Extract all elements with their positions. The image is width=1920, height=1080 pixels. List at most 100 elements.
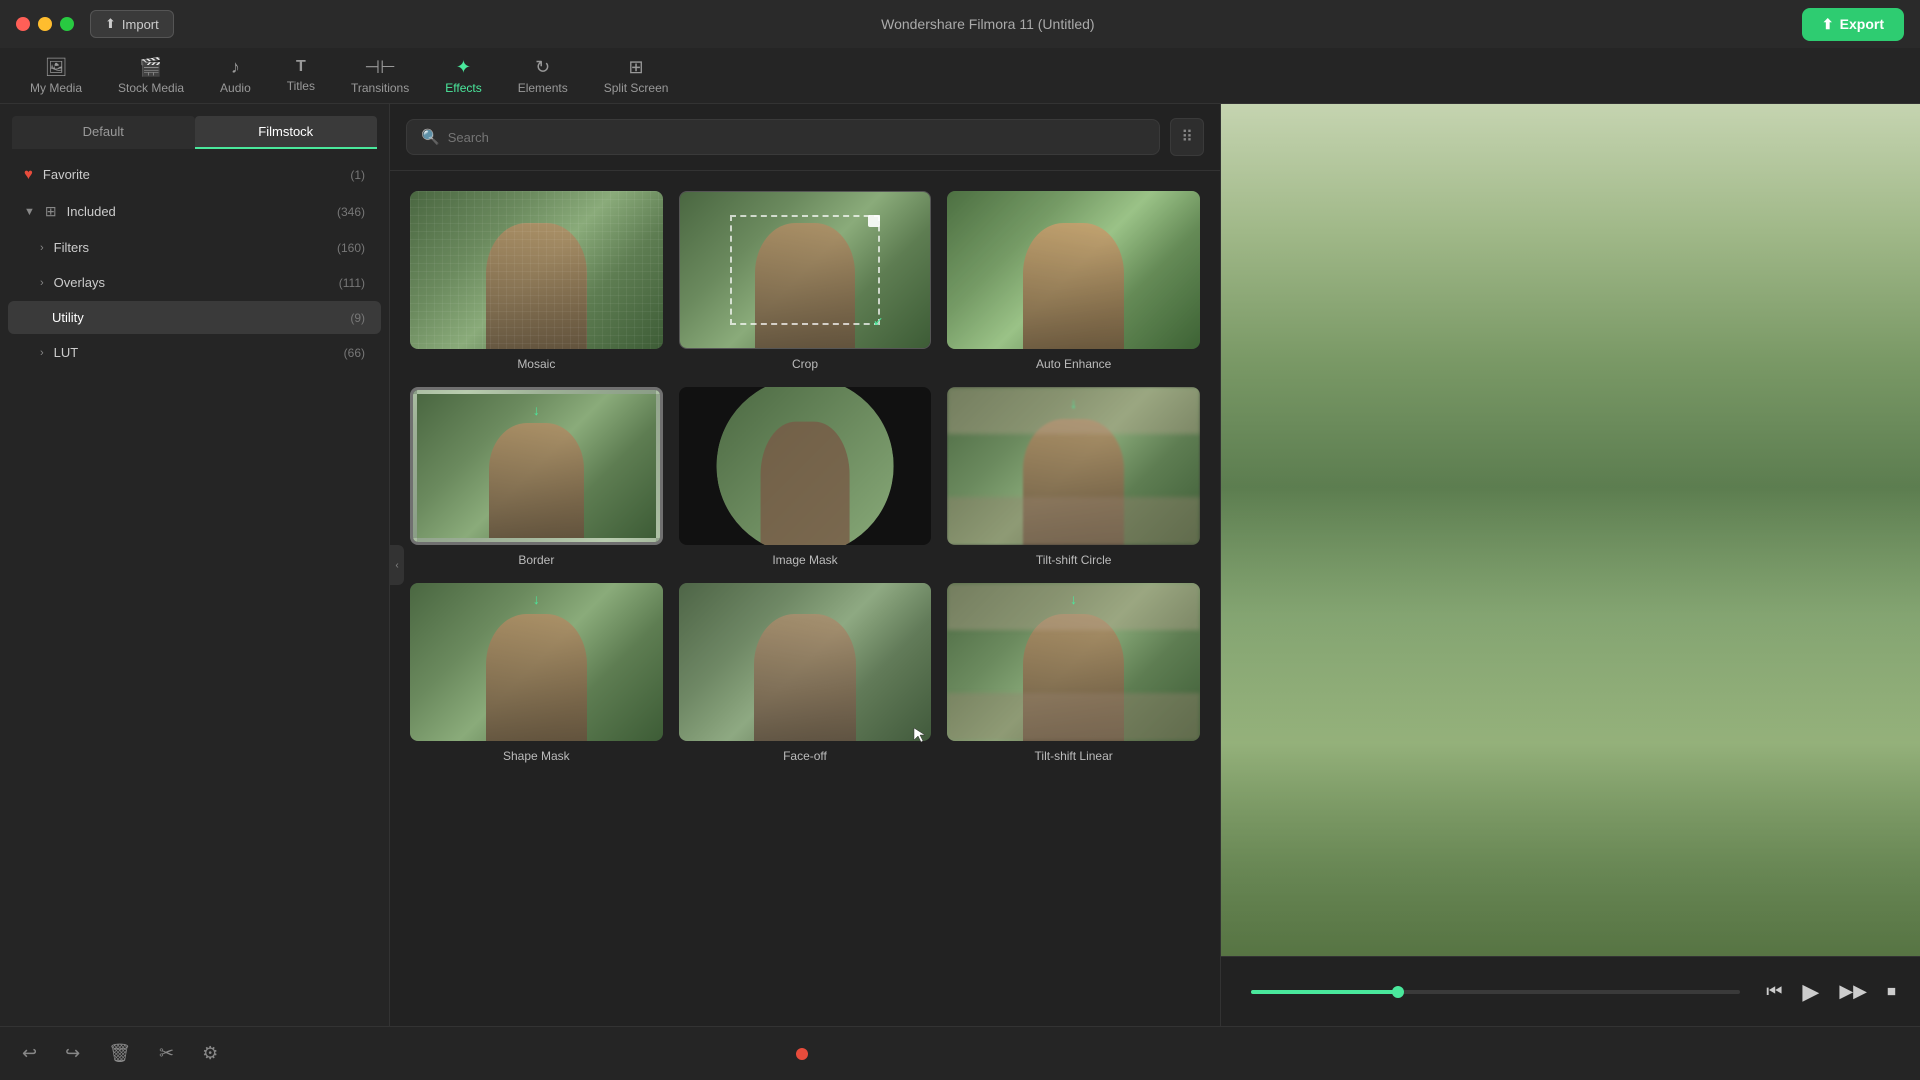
nav-tabs: 🖼 My Media 🎬 Stock Media ♪ Audio T Title…	[0, 48, 1920, 104]
image-mask-thumbnail	[679, 387, 932, 545]
progress-fill	[1251, 990, 1398, 994]
import-icon: ⬆	[105, 16, 116, 32]
crop-thumbnail: ↙	[679, 191, 932, 349]
tab-effects[interactable]: ✦ Effects	[427, 51, 499, 101]
utility-count: (9)	[350, 311, 365, 325]
included-count: (346)	[337, 205, 365, 219]
effects-toolbar: 🔍 ⠿	[390, 104, 1220, 171]
tilt-shift-circle-label: Tilt-shift Circle	[1036, 553, 1112, 567]
tab-audio[interactable]: ♪ Audio	[202, 51, 269, 101]
favorite-count: (1)	[350, 168, 365, 182]
effect-border[interactable]: ↓ Border	[410, 387, 663, 567]
search-icon: 🔍	[421, 128, 440, 146]
cut-button[interactable]: ✂	[153, 1037, 180, 1070]
record-indicator	[796, 1048, 808, 1060]
grid-icon: ⊞	[45, 203, 57, 220]
progress-thumb[interactable]	[1392, 986, 1404, 998]
effects-label: Effects	[445, 81, 481, 95]
import-button[interactable]: ⬆ Import	[90, 10, 174, 38]
effect-face-off[interactable]: Face-off	[679, 583, 932, 763]
grid-toggle-button[interactable]: ⠿	[1170, 118, 1204, 156]
tab-my-media[interactable]: 🖼 My Media	[12, 51, 100, 101]
effect-mosaic[interactable]: Mosaic	[410, 191, 663, 371]
collapse-handle[interactable]: ‹	[390, 545, 404, 585]
maximize-button[interactable]	[60, 17, 74, 31]
chevron-right-icon-3: ›	[40, 347, 44, 359]
tab-split-screen[interactable]: ⊞ Split Screen	[586, 51, 687, 101]
lut-count: (66)	[344, 346, 365, 360]
effect-crop[interactable]: ↙ Crop	[679, 191, 932, 371]
shape-mask-thumbnail: ↓	[410, 583, 663, 741]
effect-tilt-shift-circle[interactable]: ↓ Tilt-shift Circle	[947, 387, 1200, 567]
sidebar-item-overlays[interactable]: › Overlays (111)	[8, 266, 381, 299]
tab-transitions[interactable]: ⊣⊢ Transitions	[333, 51, 427, 101]
titles-label: Titles	[287, 79, 315, 93]
lut-label: LUT	[54, 345, 79, 360]
face-off-label: Face-off	[783, 749, 827, 763]
effect-image-mask[interactable]: Image Mask	[679, 387, 932, 567]
close-button[interactable]	[16, 17, 30, 31]
stop-button[interactable]: ⏹	[1883, 977, 1900, 1006]
heart-icon: ♥	[24, 166, 33, 183]
auto-enhance-label: Auto Enhance	[1036, 357, 1111, 371]
shape-mask-label: Shape Mask	[503, 749, 570, 763]
adjust-button[interactable]: ⚙	[196, 1037, 224, 1070]
my-media-label: My Media	[30, 81, 82, 95]
sidebar-item-lut[interactable]: › LUT (66)	[8, 336, 381, 369]
progress-track[interactable]	[1251, 990, 1740, 994]
delete-button[interactable]: 🗑	[102, 1037, 137, 1070]
titles-icon: T	[296, 58, 306, 76]
utility-label: Utility	[52, 310, 84, 325]
split-screen-icon: ⊞	[629, 57, 644, 78]
sidebar-list: ♥ Favorite (1) ▼ ⊞ Included (346) › Filt…	[0, 149, 389, 1026]
sidebar-item-favorite[interactable]: ♥ Favorite (1)	[8, 157, 381, 192]
export-button[interactable]: ⬆ Export	[1802, 8, 1904, 41]
tab-titles[interactable]: T Titles	[269, 52, 333, 99]
sidebar-tab-filmstock[interactable]: Filmstock	[195, 116, 378, 149]
tab-stock-media[interactable]: 🎬 Stock Media	[100, 51, 202, 101]
play-forward-button[interactable]: ▶▶	[1835, 977, 1871, 1006]
favorite-label: Favorite	[43, 167, 90, 182]
auto-enhance-thumbnail	[947, 191, 1200, 349]
chevron-right-icon-2: ›	[40, 277, 44, 289]
filters-count: (160)	[337, 241, 365, 255]
crop-label: Crop	[792, 357, 818, 371]
tilt-shift-linear-label: Tilt-shift Linear	[1035, 749, 1113, 763]
overlays-label: Overlays	[54, 275, 105, 290]
effects-grid: Mosaic ↙ Crop	[390, 171, 1220, 783]
skip-back-button[interactable]: ⏮	[1762, 977, 1786, 1006]
face-off-thumbnail	[679, 583, 932, 741]
main-area: Default Filmstock ♥ Favorite (1) ▼ ⊞ Inc…	[0, 104, 1920, 1026]
mosaic-label: Mosaic	[517, 357, 555, 371]
sidebar-item-filters[interactable]: › Filters (160)	[8, 231, 381, 264]
app-title: Wondershare Filmora 11 (Untitled)	[174, 16, 1802, 32]
effect-shape-mask[interactable]: ↓ Shape Mask	[410, 583, 663, 763]
audio-label: Audio	[220, 81, 251, 95]
minimize-button[interactable]	[38, 17, 52, 31]
tab-elements[interactable]: ↻ Elements	[500, 51, 586, 101]
play-button[interactable]: ▶	[1798, 975, 1823, 1009]
effect-auto-enhance[interactable]: Auto Enhance	[947, 191, 1200, 371]
border-thumbnail: ↓	[410, 387, 663, 545]
effects-area: ‹ 🔍 ⠿ Mosaic	[390, 104, 1220, 1026]
tilt-shift-linear-thumbnail: ↓	[947, 583, 1200, 741]
titlebar: ⬆ Import Wondershare Filmora 11 (Untitle…	[0, 0, 1920, 48]
search-input[interactable]	[448, 130, 1146, 145]
sidebar-item-included[interactable]: ▼ ⊞ Included (346)	[8, 194, 381, 229]
sidebar-tab-default[interactable]: Default	[12, 116, 195, 149]
tilt-shift-circle-thumbnail: ↓	[947, 387, 1200, 545]
preview-panel: ⏮ ▶ ▶▶ ⏹	[1220, 104, 1920, 1026]
search-box[interactable]: 🔍	[406, 119, 1160, 155]
sidebar-item-utility[interactable]: Utility (9)	[8, 301, 381, 334]
transitions-icon: ⊣⊢	[364, 57, 395, 78]
undo-button[interactable]: ↩	[16, 1037, 43, 1070]
transitions-label: Transitions	[351, 81, 409, 95]
split-screen-label: Split Screen	[604, 81, 669, 95]
export-icon: ⬆	[1822, 16, 1834, 33]
border-label: Border	[518, 553, 554, 567]
redo-button[interactable]: ↪	[59, 1037, 86, 1070]
chevron-down-icon: ▼	[24, 206, 35, 218]
download-badge: ↓	[533, 402, 540, 418]
preview-video	[1221, 104, 1920, 956]
effect-tilt-shift-linear[interactable]: ↓ Tilt-shift Linear	[947, 583, 1200, 763]
